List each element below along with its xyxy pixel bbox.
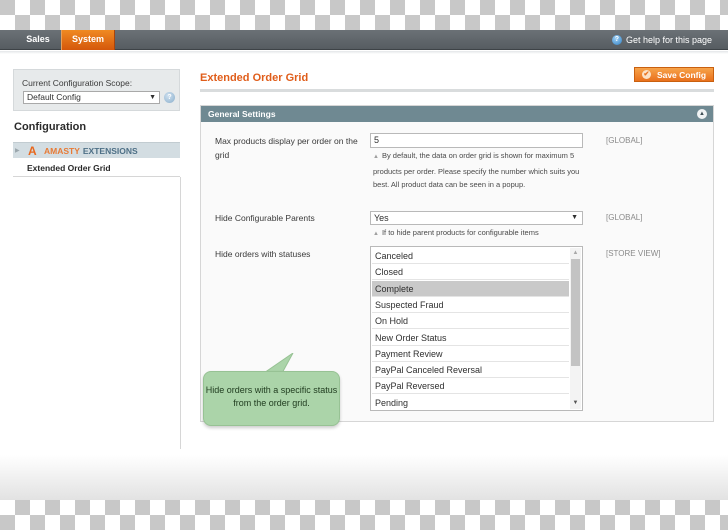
sidebar-item-extended-order-grid[interactable]: Extended Order Grid <box>27 163 111 173</box>
amasty-logo-icon: A <box>28 143 37 158</box>
sidebar-group-suffix: EXTENSIONS <box>82 145 138 156</box>
divider <box>180 177 181 449</box>
sidebar-group-amasty[interactable]: ▶ A AMASTY EXTENSIONS <box>13 142 180 158</box>
field-label-hide-statuses: Hide orders with statuses <box>215 249 311 259</box>
sidebar-group-brand: AMASTY <box>44 145 80 156</box>
help-icon: ? <box>611 35 622 45</box>
status-option[interactable]: PayPal Canceled Reversal <box>372 362 569 379</box>
max-products-input[interactable]: 5 <box>370 133 583 148</box>
status-option[interactable]: Complete <box>372 280 569 297</box>
status-option[interactable]: Payment Review <box>372 346 569 362</box>
note-icon: ▲ <box>373 231 379 237</box>
divider <box>200 89 714 92</box>
scope-tag: [GLOBAL] <box>606 136 643 145</box>
top-navigation: Sales System ? Get help for this page <box>0 30 728 50</box>
scope-tag: [STORE VIEW] <box>606 249 661 258</box>
status-option[interactable]: On Hold <box>372 313 569 330</box>
field-note-hide-configurable: ▲ If to hide parent products for configur… <box>373 226 539 242</box>
help-link[interactable]: ? Get help for this page <box>611 30 712 50</box>
collapse-icon[interactable]: ▲ <box>697 109 707 119</box>
fieldset-header[interactable]: General Settings ▲ <box>201 106 713 122</box>
status-option[interactable]: New Order Status <box>372 330 569 346</box>
chevron-down-icon: ▼ <box>149 94 156 101</box>
transparent-background-top <box>0 0 728 30</box>
nav-shadow <box>0 51 728 54</box>
note-text: By default, the data on order grid is sh… <box>373 151 580 189</box>
divider <box>13 176 180 177</box>
fieldset-title: General Settings <box>208 109 276 119</box>
status-option[interactable]: Pending <box>372 395 569 410</box>
callout-tooltip: Hide orders with a specific status from … <box>203 371 340 426</box>
hide-configurable-select[interactable]: Yes ▼ <box>370 211 583 225</box>
status-option[interactable]: PayPal Reversed <box>372 378 569 395</box>
checkmark-icon: ✔ <box>641 70 651 79</box>
sidebar-title: Configuration <box>14 121 87 133</box>
field-note-max-products: ▲ By default, the data on order grid is s… <box>373 149 585 192</box>
caret-right-icon: ▶ <box>15 148 20 154</box>
status-option[interactable]: Closed <box>372 264 569 281</box>
status-option[interactable]: Canceled <box>372 248 569 264</box>
nav-item-sales[interactable]: Sales <box>14 30 62 50</box>
scope-tag: [GLOBAL] <box>606 213 643 222</box>
note-icon: ▲ <box>373 154 379 160</box>
scrollbar[interactable]: ▲ ▼ <box>570 248 581 409</box>
save-config-button[interactable]: ✔ Save Config <box>634 67 714 82</box>
hide-statuses-multiselect[interactable]: Canceled Closed Complete Suspected Fraud On … <box>370 246 583 411</box>
save-config-label: Save Config <box>656 69 707 80</box>
scroll-down-icon[interactable]: ▼ <box>570 398 581 409</box>
bottom-fade <box>0 455 728 500</box>
chevron-down-icon: ▼ <box>571 214 578 221</box>
status-option[interactable]: Suspected Fraud <box>372 297 569 313</box>
scrollbar-thumb[interactable] <box>571 259 580 366</box>
scope-label: Current Configuration Scope: <box>22 78 133 88</box>
field-label-hide-configurable: Hide Configurable Parents <box>215 213 315 223</box>
scroll-up-icon[interactable]: ▲ <box>570 248 581 259</box>
scope-switcher: Current Configuration Scope: Default Con… <box>13 69 180 111</box>
scope-select-value: Default Config <box>27 92 81 102</box>
help-icon[interactable]: ? <box>164 92 175 103</box>
field-label-max-products: Max products display per order on the gr… <box>215 136 358 160</box>
select-value: Yes <box>374 213 389 223</box>
help-link-label: Get help for this page <box>625 34 712 45</box>
scope-select[interactable]: Default Config ▼ <box>23 91 160 104</box>
nav-item-system[interactable]: System <box>61 30 115 50</box>
note-text: If to hide parent products for configura… <box>381 228 539 237</box>
page-title: Extended Order Grid <box>200 72 309 84</box>
transparent-background-bottom <box>0 500 728 530</box>
